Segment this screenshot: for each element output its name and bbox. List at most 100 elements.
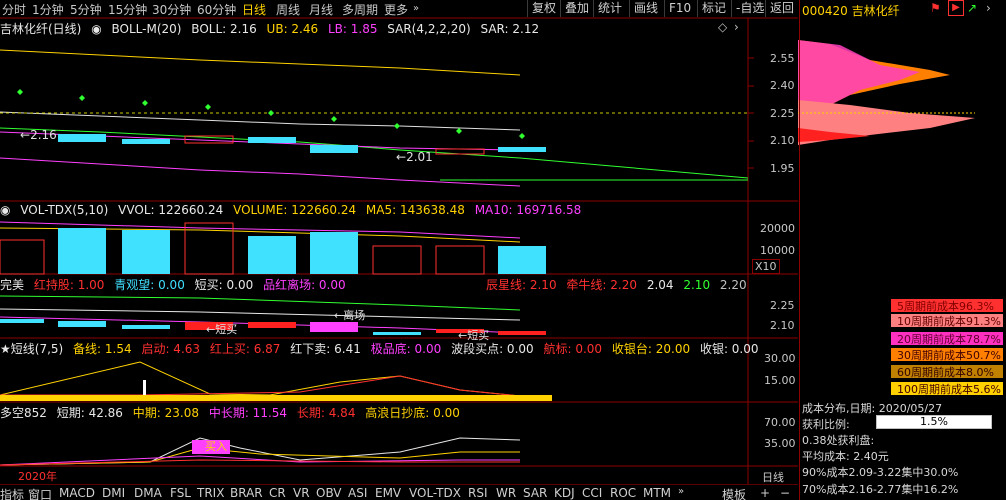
minus-icon[interactable]: − (780, 486, 790, 500)
axis-label: 2.10 (770, 319, 795, 332)
right-stock-title: 000420 吉林化纤 (802, 4, 900, 18)
axis-label: 35.00 (764, 437, 796, 450)
indicator-name[interactable]: BOLL-M(20) (112, 22, 182, 36)
dx-item-5: 波段买点: 0.00 (451, 342, 534, 356)
cost-mode-icon[interactable]: ▶ (948, 0, 964, 16)
tab-kdj[interactable]: KDJ (554, 486, 575, 500)
sar-params: SAR(4,2,2,20) (387, 22, 471, 36)
ma10-value: MA10: 169716.58 (474, 203, 582, 217)
tab-dma[interactable]: DMA (134, 486, 162, 500)
ma5-value: MA5: 143638.48 (365, 203, 465, 217)
tab-wr[interactable]: WR (496, 486, 516, 500)
dk-item-2: 中长期: 11.54 (208, 406, 288, 420)
axis-label: 20000 (760, 222, 795, 235)
vol-dropdown-icon[interactable]: ◉ (0, 203, 10, 217)
cost-row-5: 5周期前成本96.3% (890, 298, 1004, 313)
chip-green-icon[interactable]: ↗ (967, 1, 977, 15)
wm-val-c: 2.20 (719, 278, 747, 292)
wm-indicator-header: 完美 红持股: 1.00 青观望: 0.00 短买: 0.00 品红离场: 0.… (0, 276, 352, 292)
indicator-tabbar: 指标 窗口 MACD DMI DMA FSL TRIX BRAR CR VR O… (0, 484, 798, 500)
avg-cost: 平均成本: 2.40元 (802, 450, 889, 463)
dk-item-3: 长期: 4.84 (296, 406, 356, 420)
cost-row-60: 60周期前成本8.0% (890, 364, 1004, 379)
dk-indicator-name[interactable]: 多空852 (0, 406, 47, 420)
wm-qianniu: 牵牛线: 2.20 (566, 278, 637, 292)
axis-label: 70.00 (764, 416, 796, 429)
annot-high-value: 2.16 (30, 128, 57, 142)
profit-at-price: 0.38处获利盘: (802, 434, 875, 447)
cost-row-100: 100周期前成本5.6% (890, 381, 1004, 396)
tab-cr[interactable]: CR (269, 486, 286, 500)
dx-item-6: 航标: 0.00 (543, 342, 603, 356)
cost-70: 70%成本2.16-2.77集中16.2% (802, 483, 959, 496)
tab-trix[interactable]: TRIX (197, 486, 224, 500)
dx-item-0: 备线: 1.54 (73, 342, 132, 356)
tab-obv[interactable]: OBV (316, 486, 342, 500)
axis-label: 30.00 (764, 352, 796, 365)
wm-val-a: 2.04 (646, 278, 674, 292)
axis-label: 2.25 (770, 107, 795, 120)
wm-chenxing: 辰星线: 2.10 (486, 278, 557, 292)
dx-item-8: 收银: 0.00 (699, 342, 759, 356)
tab-brar[interactable]: BRAR (230, 486, 263, 500)
tab-fsl[interactable]: FSL (170, 486, 191, 500)
volume-value: VOLUME: 122660.24 (233, 203, 357, 217)
tab-dmi[interactable]: DMI (102, 486, 125, 500)
tab-sar[interactable]: SAR (523, 486, 547, 500)
dx-item-7: 收银台: 20.00 (611, 342, 691, 356)
tab-mtm[interactable]: MTM (643, 486, 671, 500)
settings-diamond-icon[interactable]: ◇ (718, 20, 727, 34)
tab-vr[interactable]: VR (293, 486, 310, 500)
dx-item-3: 红下卖: 6.41 (290, 342, 361, 356)
dist-date: 成本分布,日期: 2020/05/27 (802, 402, 943, 415)
dx-indicator-header: ★短线(7,5) 备线: 1.54 启动: 4.63 红上买: 6.87 红下卖… (0, 340, 765, 356)
profit-ratio-box: 1.5% (876, 415, 992, 429)
cost-90: 90%成本2.09-3.22集中30.0% (802, 466, 959, 479)
main-indicator-header: 吉林化纤(日线) ◉ BOLL-M(20) BOLL: 2.16 UB: 2.4… (0, 20, 545, 36)
dx-item-2: 红上买: 6.87 (209, 342, 281, 356)
wm-leave: 品红离场: 0.00 (263, 278, 346, 292)
vol-indicator-name[interactable]: VOL-TDX(5,10) (20, 203, 108, 217)
tab-cci[interactable]: CCI (582, 486, 602, 500)
annot-low-value: 2.01 (406, 150, 433, 164)
tabs-more-icon[interactable]: » (678, 486, 684, 497)
dk-indicator-header: 多空852 短期: 42.86 中期: 23.08 中长期: 11.54 长期:… (0, 404, 466, 420)
indicator-dropdown-icon[interactable]: ◉ (91, 22, 101, 36)
vol-unit: X10 (752, 259, 780, 274)
axis-label: 15.00 (764, 374, 796, 387)
tab-macd[interactable]: MACD (59, 486, 95, 500)
cost-row-30: 30周期前成本50.7% (890, 347, 1004, 362)
axis-label: 2.10 (770, 134, 795, 147)
dx-indicator-name[interactable]: ★短线(7,5) (0, 342, 63, 356)
chevron-right-icon[interactable]: › (734, 20, 739, 34)
tab-rsi[interactable]: RSI (468, 486, 488, 500)
ub-value: UB: 2.46 (266, 22, 319, 36)
wm-watch: 青观望: 0.00 (114, 278, 185, 292)
tab-asi[interactable]: ASI (348, 486, 367, 500)
boll-value: BOLL: 2.16 (191, 22, 257, 36)
axis-label: 2.25 (770, 299, 795, 312)
arrow-label-low: ←2.01 (396, 150, 433, 164)
year-label: 2020年 (18, 470, 57, 483)
template-button[interactable]: 模板 (722, 486, 746, 500)
period-label: 日线 (762, 471, 784, 484)
tab-emv[interactable]: EMV (375, 486, 401, 500)
axis-label: 1.95 (770, 162, 795, 175)
wm-buy-label-1: ←短买 (206, 323, 238, 336)
flag-icon[interactable]: ⚑ (930, 1, 941, 15)
plus-icon[interactable]: + (760, 486, 770, 500)
tab-window[interactable]: 窗口 (28, 486, 52, 500)
dx-item-1: 启动: 4.63 (141, 342, 201, 356)
expand-icon[interactable]: › (986, 1, 991, 15)
tab-roc[interactable]: ROC (610, 486, 636, 500)
wm-val-b: 2.10 (683, 278, 711, 292)
sar-value: SAR: 2.12 (480, 22, 540, 36)
arrow-label-high: ←2.16 (20, 128, 57, 142)
axis-label: 10000 (760, 244, 795, 257)
cost-row-10: 10周期前成本91.3% (890, 313, 1004, 328)
tab-vol-tdx[interactable]: VOL-TDX (409, 486, 461, 500)
dk-item-0: 短期: 42.86 (56, 406, 123, 420)
wm-indicator-name[interactable]: 完美 (0, 278, 24, 292)
dk-item-1: 中期: 23.08 (132, 406, 199, 420)
tab-indicator[interactable]: 指标 (0, 486, 24, 500)
